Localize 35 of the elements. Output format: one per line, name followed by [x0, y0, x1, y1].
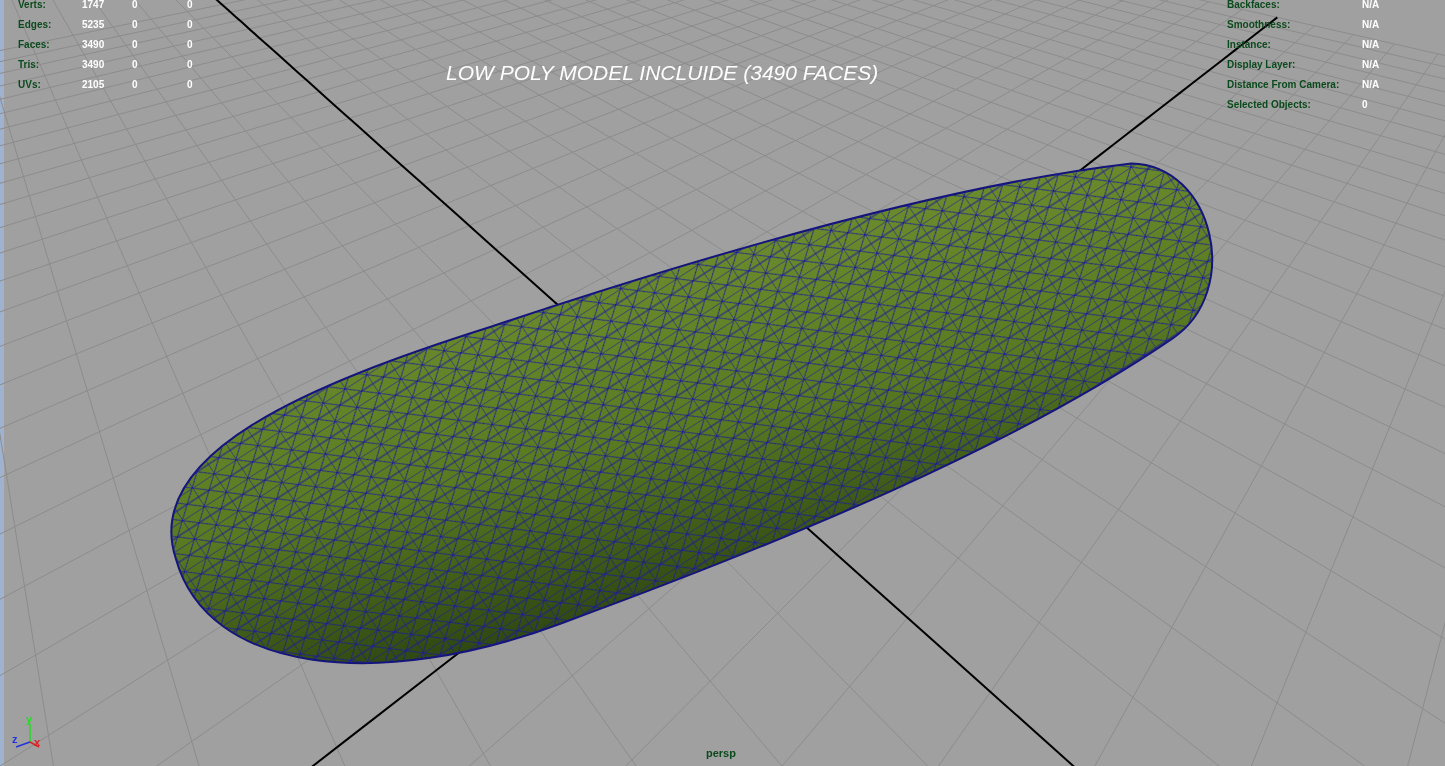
stat-value: 0	[132, 18, 139, 32]
stat-label: Edges:	[18, 18, 53, 32]
stat-value: 0	[132, 78, 139, 92]
detail-value: N/A	[1362, 18, 1381, 32]
detail-value: N/A	[1362, 38, 1381, 52]
stat-value: 3490	[82, 58, 106, 72]
stat-value: 0	[187, 58, 194, 72]
stat-value: 3490	[82, 38, 106, 52]
y-axis-label: y	[26, 714, 33, 725]
stat-label: Faces:	[18, 38, 51, 52]
detail-value: N/A	[1362, 58, 1381, 72]
viewport-title: LOW POLY MODEL INCLUIDE (3490 FACES)	[446, 61, 879, 85]
stat-value: 0	[132, 58, 139, 72]
stat-value: 1747	[82, 0, 106, 12]
stat-value: 0	[132, 0, 139, 12]
stat-value: 0	[187, 78, 194, 92]
stat-value: 0	[187, 0, 194, 12]
stat-value: 5235	[82, 18, 106, 32]
detail-label: Selected Objects:	[1227, 98, 1312, 112]
detail-value: N/A	[1362, 0, 1381, 12]
detail-label: Distance From Camera:	[1227, 78, 1341, 92]
stat-value: 0	[187, 18, 194, 32]
stat-value: 0	[187, 38, 194, 52]
stat-label: Verts:	[18, 0, 47, 12]
stat-value: 2105	[82, 78, 106, 92]
camera-label: persp	[706, 747, 736, 759]
stat-value: 0	[132, 38, 139, 52]
z-axis-label: z	[12, 734, 18, 745]
stat-label: UVs:	[18, 78, 42, 92]
detail-value: 0	[1362, 98, 1369, 112]
detail-value: N/A	[1362, 78, 1381, 92]
detail-label: Backfaces:	[1227, 0, 1281, 12]
detail-label: Display Layer:	[1227, 58, 1297, 72]
x-axis-label: x	[34, 737, 41, 748]
stat-label: Tris:	[18, 58, 41, 72]
